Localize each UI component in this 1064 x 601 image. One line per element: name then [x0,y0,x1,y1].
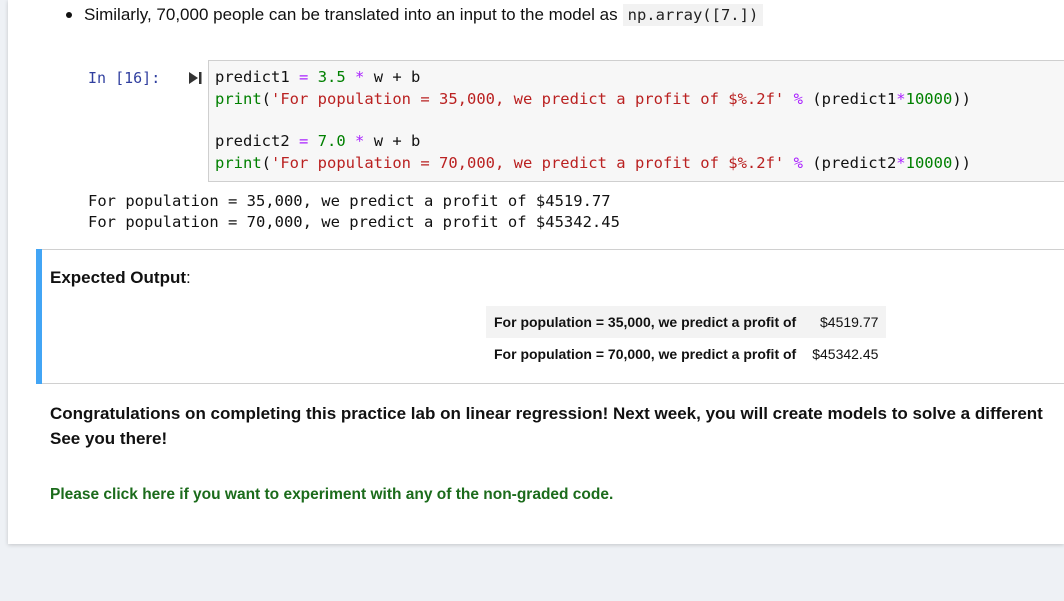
code-function: print [215,154,262,172]
code-expr: (predict2 [812,154,897,172]
expected-title-text: Expected Output [50,268,187,287]
code-line-3: predict2 = 7.0 * w + b [215,131,420,151]
congrats-line-2: See you there! [50,429,168,448]
bullet-item: Similarly, 70,000 people can be translat… [66,3,764,27]
congrats-message: Congratulations on completing this pract… [50,401,1064,451]
bullet-dot [66,12,72,18]
run-cell-icon[interactable] [188,71,202,85]
table-cell-value: $4519.77 [820,314,879,330]
expected-title-colon: : [186,268,191,287]
code-number: 7.0 [317,132,346,150]
table-row: For population = 70,000, we predict a pr… [486,338,886,370]
code-operator: * [896,154,906,172]
code-var: predict2 [215,132,290,150]
code-operator: * [896,90,906,108]
code-rest: w + b [373,132,421,150]
expected-output-block: Expected Output: For population = 35,000… [36,249,1064,384]
code-rest: w + b [373,68,421,86]
expected-output-table: For population = 35,000, we predict a pr… [486,306,887,370]
code-function: print [215,90,262,108]
code-expr-end: )) [952,154,971,172]
code-expr-end: )) [952,90,971,108]
experiment-link[interactable]: Please click here if you want to experim… [50,486,613,504]
code-string: 'For population = 70,000, we predict a p… [271,154,785,172]
table-cell-value: $45342.45 [812,346,879,362]
code-operator: * [355,132,365,150]
code-number: 10000 [905,154,953,172]
code-operator: % [793,90,803,108]
bullet-text: Similarly, 70,000 people can be translat… [84,5,618,24]
table-row: For population = 35,000, we predict a pr… [486,306,887,338]
output-line-2: For population = 70,000, we predict a pr… [88,213,620,231]
notebook-page: Similarly, 70,000 people can be translat… [8,0,1064,544]
code-cell[interactable]: predict1 = 3.5 * w + b print('For popula… [208,60,1064,182]
code-expr: (predict1 [812,90,897,108]
code-string: 'For population = 35,000, we predict a p… [271,90,785,108]
code-operator: % [793,154,803,172]
code-line-4: print('For population = 70,000, we predi… [215,154,971,172]
code-line-1: predict1 = 3.5 * w + b [215,67,420,87]
code-line-2: print('For population = 35,000, we predi… [215,90,971,108]
inline-code: np.array([7.]) [622,4,764,26]
code-operator: * [355,68,365,86]
code-eq: = [299,68,309,86]
code-number: 3.5 [317,68,346,86]
congrats-line-1: Congratulations on completing this pract… [50,404,1043,423]
expected-output-title: Expected Output: [50,268,191,288]
cell-prompt: In [16]: [88,69,161,87]
table-cell-label: For population = 70,000, we predict a pr… [494,346,797,362]
code-number: 10000 [905,90,953,108]
output-line-1: For population = 35,000, we predict a pr… [88,192,611,210]
code-var: predict1 [215,68,290,86]
code-eq: = [299,132,309,150]
accent-bar [36,249,42,384]
table-cell-label: For population = 35,000, we predict a pr… [494,314,797,330]
